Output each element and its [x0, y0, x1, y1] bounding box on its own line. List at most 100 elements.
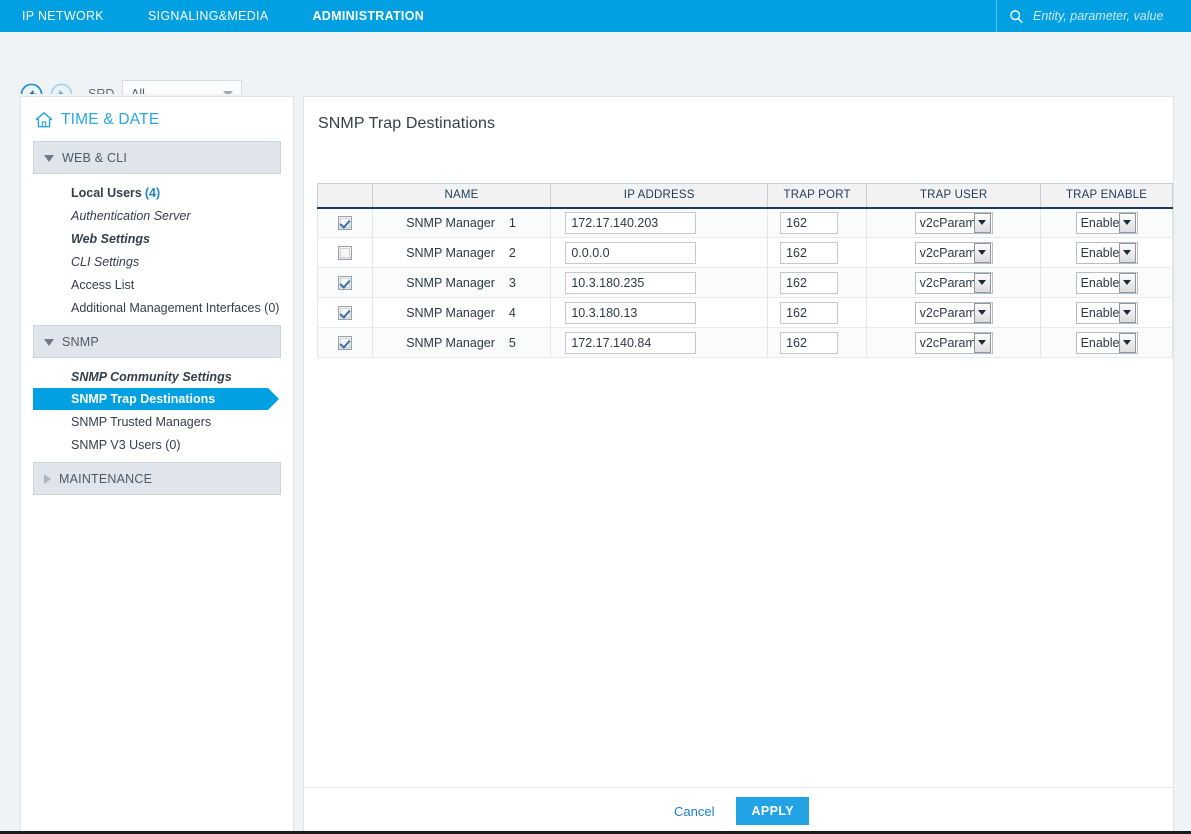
page-title: SNMP Trap Destinations [318, 115, 496, 132]
sidebar-item-access-list[interactable]: Access List [21, 273, 293, 296]
action-bar: Cancel APPLY [304, 787, 1173, 834]
chevron-down-icon [978, 280, 987, 285]
ip-address-input[interactable] [565, 241, 697, 264]
sidebar-group-label: MAINTENANCE [59, 471, 153, 486]
row-checkbox[interactable] [337, 245, 352, 260]
ip-address-input[interactable] [565, 331, 697, 354]
trap-port-input[interactable] [780, 271, 839, 294]
dropdown-button[interactable] [973, 242, 991, 263]
trap-user-dropdown[interactable]: v2cParams [914, 241, 993, 264]
table-body: SNMP Manager 1 v2cParams [317, 207, 1173, 358]
trap-user-dropdown[interactable]: v2cParams [914, 211, 993, 234]
checkbox-inner [339, 337, 350, 348]
trap-enable-value: Enable [1080, 215, 1119, 230]
row-checkbox[interactable] [337, 275, 352, 290]
column-header-ip-address[interactable]: IP ADDRESS [550, 183, 769, 209]
dropdown-button[interactable] [973, 332, 991, 353]
manager-name-label: SNMP Manager [406, 335, 495, 350]
apply-button[interactable]: APPLY [736, 797, 809, 825]
nav-tab-ip-network[interactable]: IP NETWORK [0, 0, 126, 32]
row-ip-cell [550, 327, 769, 358]
trap-port-input[interactable] [780, 241, 839, 264]
row-user-cell: v2cParams [866, 237, 1042, 268]
row-checkbox[interactable] [337, 335, 352, 350]
table-header-row: NAME IP ADDRESS TRAP PORT TRAP USER TRAP… [317, 183, 1173, 209]
nav-tab-administration[interactable]: ADMINISTRATION [290, 0, 446, 32]
search-icon [1010, 9, 1023, 23]
row-enable-cell: Enable [1040, 327, 1173, 358]
trap-user-dropdown[interactable]: v2cParams [914, 271, 993, 294]
dropdown-button[interactable] [1118, 242, 1136, 263]
row-select-cell [317, 327, 373, 358]
trap-user-dropdown[interactable]: v2cParams [914, 301, 993, 324]
trap-user-value: v2cParams [919, 245, 974, 260]
sidebar-item-snmp-community-settings[interactable]: SNMP Community Settings [21, 365, 293, 388]
global-search[interactable]: Entity, parameter, value [996, 0, 1191, 32]
dropdown-button[interactable] [973, 302, 991, 323]
trap-port-input[interactable] [780, 331, 839, 354]
row-name-cell: SNMP Manager 4 [371, 297, 552, 328]
table-row: SNMP Manager 2 v2cParams [317, 237, 1173, 268]
column-header-name[interactable]: NAME [371, 183, 552, 209]
row-checkbox[interactable] [337, 216, 352, 231]
sidebar-item-time-and-date[interactable]: TIME & DATE [21, 97, 293, 141]
ip-address-input[interactable] [565, 301, 697, 324]
column-header-trap-port[interactable]: TRAP PORT [767, 183, 868, 209]
trap-enable-dropdown[interactable]: Enable [1075, 301, 1138, 324]
nav-tab-signaling-media[interactable]: SIGNALING&MEDIA [126, 0, 291, 32]
column-header-trap-user[interactable]: TRAP USER [866, 183, 1042, 209]
sidebar-item-snmp-v3-users[interactable]: SNMP V3 Users (0) [21, 433, 293, 456]
trap-enable-dropdown[interactable]: Enable [1075, 271, 1138, 294]
sidebar-item-additional-management-interfaces[interactable]: Additional Management Interfaces (0) [21, 296, 293, 319]
dropdown-button[interactable] [973, 212, 991, 233]
ip-address-input[interactable] [565, 211, 697, 234]
row-name-cell: SNMP Manager 2 [371, 237, 552, 268]
row-port-cell [767, 207, 868, 238]
manager-name-label: SNMP Manager [406, 245, 495, 260]
row-checkbox[interactable] [337, 305, 352, 320]
row-port-cell [767, 237, 868, 268]
sidebar-item-snmp-trap-destinations[interactable]: SNMP Trap Destinations [33, 388, 279, 410]
cancel-button[interactable]: Cancel [668, 800, 720, 823]
manager-name-label: SNMP Manager [406, 305, 495, 320]
column-header-trap-enable[interactable]: TRAP ENABLE [1040, 183, 1173, 209]
row-enable-cell: Enable [1040, 297, 1173, 328]
sidebar-item-web-settings[interactable]: Web Settings [21, 227, 293, 250]
dropdown-button[interactable] [1118, 332, 1136, 353]
sidebar-item-authentication-server[interactable]: Authentication Server [21, 204, 293, 227]
trap-enable-dropdown[interactable]: Enable [1075, 331, 1138, 354]
sidebar-item-cli-settings[interactable]: CLI Settings [21, 250, 293, 273]
triangle-right-icon [44, 473, 51, 484]
chevron-down-icon [978, 220, 987, 226]
table-row: SNMP Manager 3 v2cParams [317, 267, 1173, 298]
dropdown-button[interactable] [1118, 302, 1136, 323]
home-icon [35, 112, 53, 128]
dropdown-button[interactable] [1118, 212, 1136, 233]
column-header-select[interactable] [317, 183, 373, 209]
dropdown-button[interactable] [1118, 272, 1136, 293]
sidebar-group-web-and-cli[interactable]: WEB & CLI [33, 141, 281, 174]
sidebar-item-label: CLI Settings [71, 254, 140, 269]
sidebar-item-snmp-trusted-managers[interactable]: SNMP Trusted Managers [21, 410, 293, 433]
sidebar-group-maintenance[interactable]: MAINTENANCE [33, 462, 281, 495]
trap-port-input[interactable] [780, 211, 839, 234]
table-row: SNMP Manager 4 v2cParams [317, 297, 1173, 328]
chevron-down-icon [1123, 280, 1132, 285]
trap-port-input[interactable] [780, 301, 839, 324]
sidebar-home-label: TIME & DATE [61, 111, 160, 128]
trap-enable-value: Enable [1080, 305, 1119, 320]
sidebar-sublist-snmp: SNMP Community Settings SNMP Trap Destin… [21, 358, 293, 462]
sidebar-group-snmp[interactable]: SNMP [33, 325, 281, 358]
dropdown-button[interactable] [973, 272, 991, 293]
trap-user-value: v2cParams [919, 335, 974, 350]
trap-enable-dropdown[interactable]: Enable [1075, 241, 1138, 264]
checkbox-inner [339, 307, 350, 318]
row-port-cell [767, 297, 868, 328]
trap-user-value: v2cParams [919, 215, 974, 230]
sidebar-item-label: SNMP V3 Users (0) [71, 437, 181, 452]
trap-enable-dropdown[interactable]: Enable [1075, 211, 1138, 234]
sidebar-item-local-users[interactable]: Local Users (4) [21, 181, 293, 204]
trap-user-dropdown[interactable]: v2cParams [914, 331, 993, 354]
sidebar-item-label: Access List [71, 277, 135, 292]
ip-address-input[interactable] [565, 271, 697, 294]
